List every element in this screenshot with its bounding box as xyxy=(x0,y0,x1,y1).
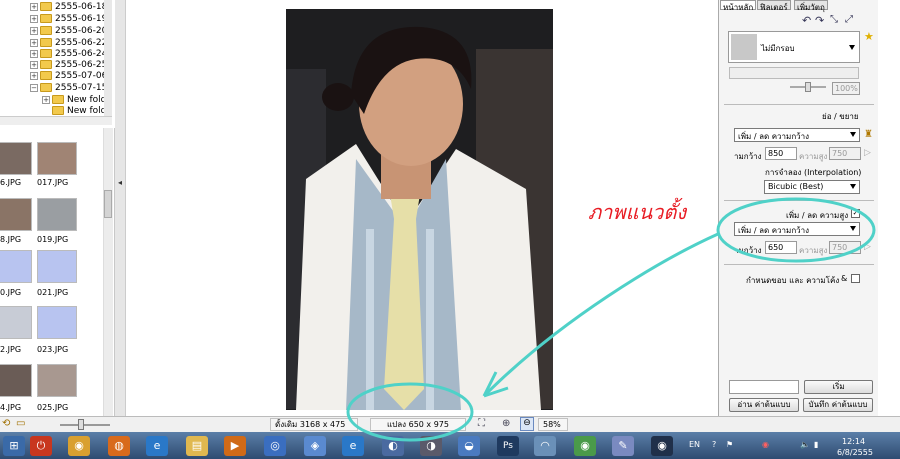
annotation-overlay xyxy=(346,197,876,442)
highlight-ellipse xyxy=(346,382,474,442)
annotation-arrow xyxy=(482,232,719,398)
highlight-ellipse xyxy=(716,197,876,263)
annotation-text: ภาพแนวตั้ง xyxy=(588,200,687,224)
